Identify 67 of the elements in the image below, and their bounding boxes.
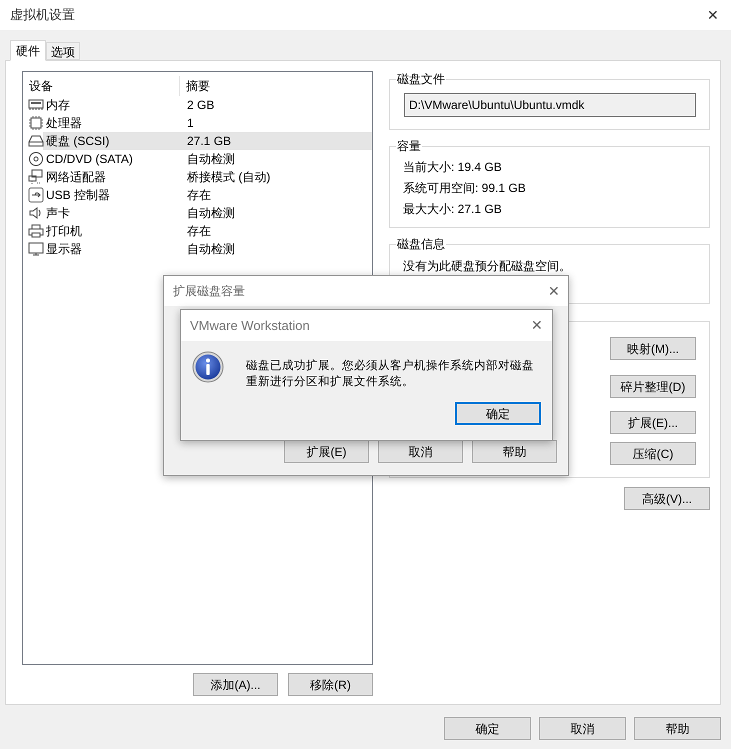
- button[interactable]: 帮助: [472, 440, 557, 463]
- column-header[interactable]: 摘要: [180, 76, 372, 96]
- advanced-button[interactable]: 高级(V)...: [624, 487, 710, 510]
- group-label: 容量: [396, 138, 422, 154]
- printer-icon: [28, 223, 44, 239]
- path-field[interactable]: D:\VMware\Ubuntu\Ubuntu.vmdk: [404, 93, 696, 117]
- device-name: 显示器: [46, 241, 82, 258]
- list-row[interactable]: CD/DVD (SATA) 自动检测: [23, 150, 372, 168]
- info-text: 没有为此硬盘预分配磁盘空间。: [403, 259, 571, 273]
- device-name: USB 控制器: [46, 187, 110, 204]
- device-name: CD/DVD (SATA): [46, 151, 133, 168]
- button[interactable]: 帮助: [634, 717, 721, 740]
- capacity-text: 当前大小: 19.4 GB: [403, 159, 503, 176]
- device-summary: 桥接模式 (自动): [186, 169, 270, 186]
- chip-icon: [28, 115, 44, 131]
- tab[interactable]: 选项: [46, 42, 80, 60]
- group-label: 磁盘文件: [396, 71, 446, 87]
- dialog-title: 扩展磁盘容量: [173, 283, 245, 300]
- device-name: 打印机: [46, 223, 82, 240]
- button[interactable]: 碎片整理(D): [610, 375, 696, 398]
- list-row[interactable]: USB 控制器 存在: [23, 186, 372, 204]
- capacity-text: 最大大小: 27.1 GB: [403, 201, 503, 218]
- device-summary: 27.1 GB: [186, 133, 232, 150]
- column-header[interactable]: 设备: [23, 76, 180, 96]
- close-button[interactable]: ✕: [705, 4, 721, 26]
- device-summary: 存在: [186, 223, 211, 240]
- close-button[interactable]: ✕: [548, 280, 560, 302]
- list-row[interactable]: 内存 2 GB: [23, 96, 372, 114]
- memory-icon: [28, 97, 44, 113]
- device-summary: 1: [186, 115, 194, 132]
- button[interactable]: 确定: [444, 717, 531, 740]
- list-row[interactable]: 网络适配器 桥接模式 (自动): [23, 168, 372, 186]
- monitor-icon: [28, 241, 44, 257]
- device-summary: 自动检测: [186, 151, 235, 168]
- button[interactable]: 扩展(E): [284, 440, 369, 463]
- device-summary: 自动检测: [186, 205, 235, 222]
- device-summary: 自动检测: [186, 241, 235, 258]
- list-row[interactable]: 打印机 存在: [23, 222, 372, 240]
- device-name: 硬盘 (SCSI): [46, 133, 110, 150]
- list-row[interactable]: 显示器 自动检测: [23, 240, 372, 258]
- disc-icon: [28, 151, 44, 167]
- device-name: 内存: [46, 97, 70, 114]
- button[interactable]: 添加(A)...: [193, 673, 278, 696]
- button[interactable]: 映射(M)...: [610, 337, 696, 360]
- device-name: 处理器: [46, 115, 82, 132]
- button[interactable]: 压缩(C): [610, 442, 696, 465]
- list-row[interactable]: 处理器 1: [23, 114, 372, 132]
- usb-icon: [28, 187, 44, 203]
- button[interactable]: 取消: [378, 440, 463, 463]
- device-name: 网络适配器: [46, 169, 106, 186]
- message-text: 磁盘已成功扩展。您必须从客户机操作系统内部对磁盘重新进行分区和扩展文件系统。: [246, 358, 535, 390]
- device-summary: 存在: [186, 187, 211, 204]
- window-title: 虚拟机设置: [10, 6, 75, 24]
- device-name: 声卡: [46, 205, 70, 222]
- dialog-title: VMware Workstation: [190, 316, 310, 335]
- close-button[interactable]: ✕: [531, 315, 543, 336]
- info-icon: [192, 351, 224, 383]
- button[interactable]: 取消: [539, 717, 626, 740]
- capacity-text: 系统可用空间: 99.1 GB: [403, 180, 527, 197]
- tab[interactable]: 硬件: [10, 40, 46, 61]
- device-summary: 2 GB: [186, 97, 214, 114]
- button[interactable]: 扩展(E)...: [610, 411, 696, 434]
- list-row[interactable]: 声卡 自动检测: [23, 204, 372, 222]
- group-label: 磁盘信息: [396, 236, 446, 252]
- network-icon: [28, 169, 44, 185]
- ok-button[interactable]: 确定: [455, 402, 541, 425]
- button[interactable]: 移除(R): [288, 673, 373, 696]
